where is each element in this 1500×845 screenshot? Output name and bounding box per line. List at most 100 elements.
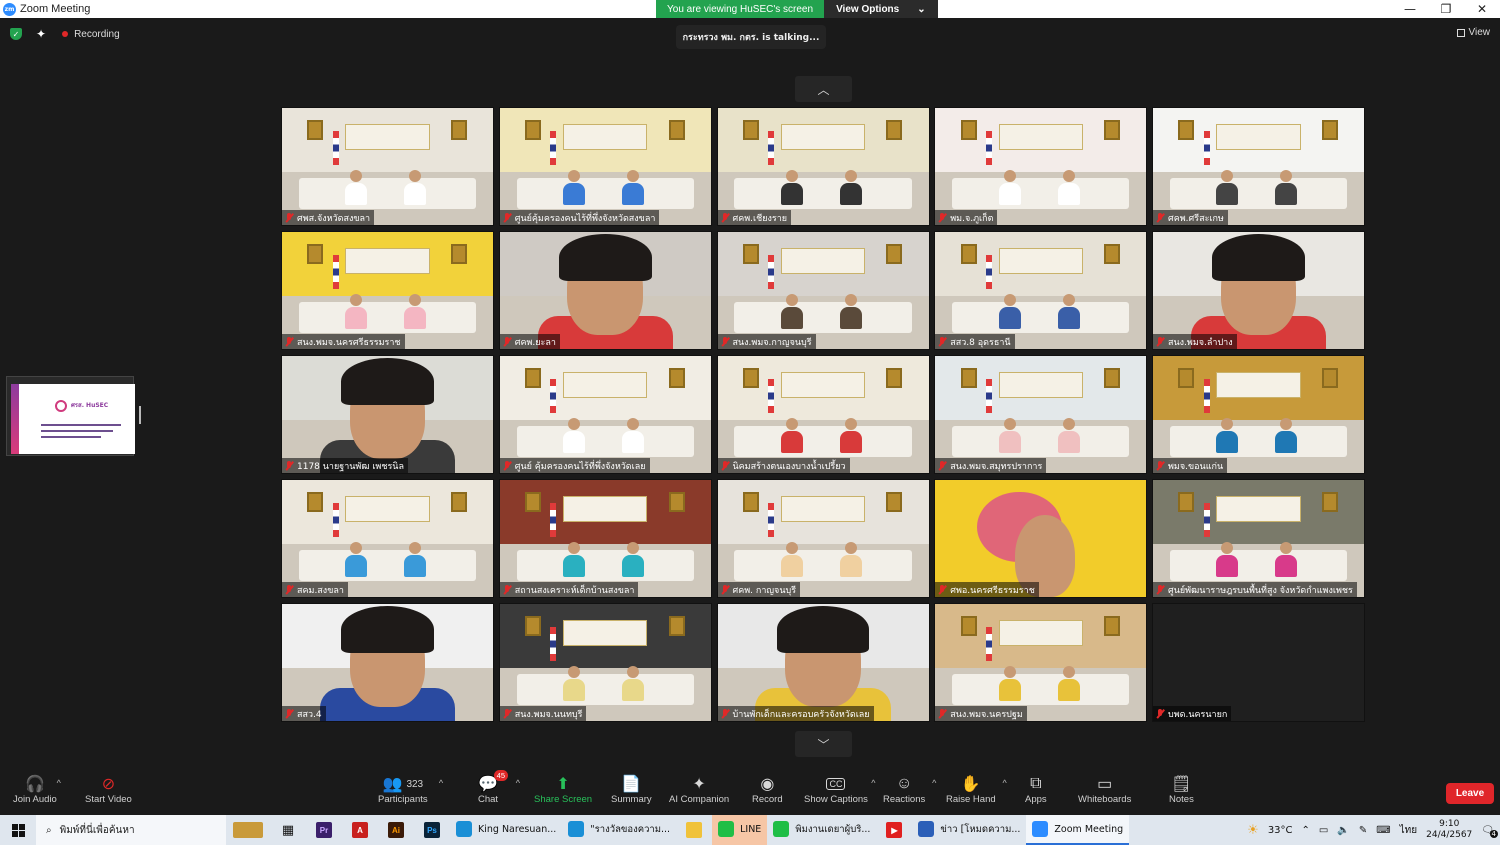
caret-up-icon[interactable]: ^ — [871, 778, 875, 788]
photoshop-icon[interactable]: Ps — [414, 815, 450, 845]
participant-tile[interactable]: สถานสงเคราะห์เด็กบ้านสงขลา — [498, 479, 712, 598]
taskbar-app[interactable]: พิมงานเดยาผู้บริ... — [767, 815, 876, 845]
file-explorer-icon[interactable] — [676, 815, 712, 845]
figure-head — [785, 417, 798, 430]
raise-hand-button[interactable]: ✋ ^ Raise Hand — [946, 774, 1007, 805]
participant-tile[interactable]: สสว.4 — [281, 603, 494, 722]
join-audio-button[interactable]: 🎧 ^ Join Audio — [13, 774, 61, 805]
slide-text-line — [41, 424, 121, 426]
shared-screen-thumbnail[interactable]: ศรส. HuSEC — [6, 376, 135, 456]
keyboard-icon[interactable]: ⌨ — [1376, 825, 1390, 836]
caret-up-icon[interactable]: ^ — [932, 778, 936, 788]
participant-tile[interactable]: สสว.8 อุดรธานี — [934, 231, 1148, 350]
close-button[interactable]: ✕ — [1464, 0, 1500, 18]
participant-tile[interactable]: พม.จ.ภูเก็ต — [934, 107, 1148, 226]
minimize-button[interactable]: — — [1392, 0, 1428, 18]
taskbar-app[interactable]: "รางวัลของความ... — [562, 815, 676, 845]
volume-icon[interactable]: 🔈 — [1337, 825, 1349, 836]
task-view-icon[interactable]: ▦ — [270, 815, 306, 845]
whiteboards-button[interactable]: ▭ Whiteboards — [1078, 774, 1131, 805]
taskbar-app[interactable]: ข่าว [โหมดความ... — [912, 815, 1026, 845]
apps-button[interactable]: ⧉ Apps — [1025, 774, 1047, 805]
acrobat-icon[interactable]: A — [342, 815, 378, 845]
notes-button[interactable]: 🗒 Notes — [1169, 774, 1194, 805]
participant-tile[interactable]: ศูนย์คุ้มครองคนไร้ที่พึ่งจังหวัดสงขลา — [498, 107, 712, 226]
participant-tile[interactable]: ศคพ. กาญจนบุรี — [716, 479, 930, 598]
participant-tile[interactable]: ศคพ.ยะลา — [498, 231, 712, 350]
figure-body — [345, 306, 368, 329]
conference-table — [952, 426, 1130, 457]
page-up-button[interactable]: ︿ — [795, 76, 852, 102]
participant-tile[interactable]: สนง.พมจ.ลำปาง — [1152, 231, 1365, 350]
reactions-button[interactable]: ☺ ^ Reactions — [883, 774, 936, 805]
participant-tile[interactable]: 1178 นายฐานพัฒ เพชรนิล — [281, 355, 494, 474]
weather-icon[interactable]: ☀ — [1247, 823, 1259, 838]
caret-up-icon[interactable]: ^ — [439, 778, 443, 788]
show-captions-button[interactable]: CC ^ Show Captions — [804, 774, 875, 805]
participant-tile[interactable]: นิคมสร้างตนเองบางน้ำเปรี้ยว — [716, 355, 930, 474]
clock[interactable]: 9:10 24/4/2567 — [1426, 819, 1472, 841]
share-screen-button[interactable]: ⬆ Share Screen — [534, 774, 592, 805]
security-shield-icon[interactable]: ✓ — [10, 28, 22, 40]
ai-sparkle-icon[interactable]: ✦ — [36, 27, 46, 41]
illustrator-icon[interactable]: Ai — [378, 815, 414, 845]
record-button[interactable]: ◉ Record — [752, 774, 783, 805]
wall-sign — [563, 372, 648, 399]
restore-button[interactable]: ❐ — [1428, 0, 1464, 18]
taskbar-app[interactable]: King Naresuan... — [450, 815, 562, 845]
view-button[interactable]: View — [1456, 27, 1490, 38]
participant-name: ศพอ.นครศรีธรรมราช — [950, 585, 1035, 596]
participant-tile[interactable]: ศพอ.นครศรีธรรมราช — [934, 479, 1148, 598]
recording-indicator[interactable]: Recording — [62, 29, 120, 40]
participant-tile[interactable]: ศูนย์ คุ้มครองคนไร้ที่พึ่งจังหวัดเลย — [498, 355, 712, 474]
widgets-icon[interactable] — [226, 815, 270, 845]
premiere-icon[interactable]: Pr — [306, 815, 342, 845]
participant-tile[interactable]: ศคพ.ศรีสะเกษ — [1152, 107, 1365, 226]
participant-tile[interactable]: ศคพ.เชียงราย — [716, 107, 930, 226]
figure-body — [622, 554, 645, 577]
participant-tile[interactable]: สนง.พมจ.กาญจนบุรี — [716, 231, 930, 350]
caret-up-icon[interactable]: ^ — [1003, 778, 1007, 788]
caret-up-icon[interactable]: ^ — [57, 778, 61, 788]
participants-button[interactable]: 👥 323 ^ Participants — [378, 774, 443, 805]
network-icon[interactable]: ▭ — [1319, 825, 1328, 836]
taskbar-app[interactable]: LINE — [712, 815, 768, 845]
mic-muted-icon — [1156, 212, 1165, 223]
language-indicator[interactable]: ไทย — [1400, 823, 1417, 838]
figure-head — [627, 541, 640, 554]
caret-up-icon[interactable]: ^ — [516, 778, 520, 788]
chevron-up-icon[interactable]: ⌃ — [1302, 825, 1310, 836]
page-down-button[interactable]: ﹀ — [795, 731, 852, 757]
chat-button[interactable]: 💬 45 ^ Chat — [478, 770, 520, 805]
participant-tile[interactable]: บพด.นครนายก — [1152, 603, 1365, 722]
start-video-button[interactable]: ⊘ Start Video — [85, 774, 132, 805]
participant-tile[interactable]: สนง.พมจ.นครศรีธรรมราช — [281, 231, 494, 350]
pen-icon[interactable]: ✎ — [1359, 825, 1367, 836]
ai-companion-button[interactable]: ✦ AI Companion — [669, 774, 729, 805]
portrait-frame — [668, 367, 685, 388]
youtube-icon[interactable]: ▶ — [876, 815, 912, 845]
record-label: Record — [752, 794, 783, 805]
participant-tile[interactable]: สนง.พมจ.นครปฐม — [934, 603, 1148, 722]
figure-body — [1057, 306, 1080, 329]
participant-tile[interactable]: พมจ.ขอนแก่น — [1152, 355, 1365, 474]
thai-flag — [550, 131, 557, 166]
participant-tile[interactable]: บ้านพักเด็กและครอบครัวจังหวัดเลย — [716, 603, 930, 722]
taskbar-app[interactable]: Zoom Meeting — [1026, 815, 1130, 845]
temperature[interactable]: 33°C — [1268, 825, 1293, 836]
participant-tile[interactable]: สนง.พมจ.สมุทรปราการ — [934, 355, 1148, 474]
notifications-icon[interactable]: 🗨 4 — [1481, 825, 1498, 838]
participant-tile[interactable]: ศพส.จังหวัดสงขลา — [281, 107, 494, 226]
view-options-button[interactable]: View Options ⌄ — [824, 0, 938, 18]
taskbar-search[interactable]: ⌕ พิมพ์ที่นี่เพื่อค้นหา — [36, 815, 226, 845]
mic-muted-icon — [1156, 460, 1165, 471]
participant-name: 1178 นายฐานพัฒ เพชรนิล — [297, 461, 404, 472]
leave-button[interactable]: Leave — [1446, 783, 1494, 804]
participant-tile[interactable]: ศูนย์พัฒนาราษฎรบนพื้นที่สูง จังหวัดกำแพง… — [1152, 479, 1365, 598]
summary-button[interactable]: 📄 Summary — [611, 774, 652, 805]
thai-flag — [985, 627, 992, 662]
participant-tile[interactable]: สนง.พมจ.นนทบุรี — [498, 603, 712, 722]
start-button[interactable] — [0, 815, 36, 845]
thumbnail-resize-handle[interactable] — [139, 406, 141, 424]
participant-tile[interactable]: สคม.สงขลา — [281, 479, 494, 598]
